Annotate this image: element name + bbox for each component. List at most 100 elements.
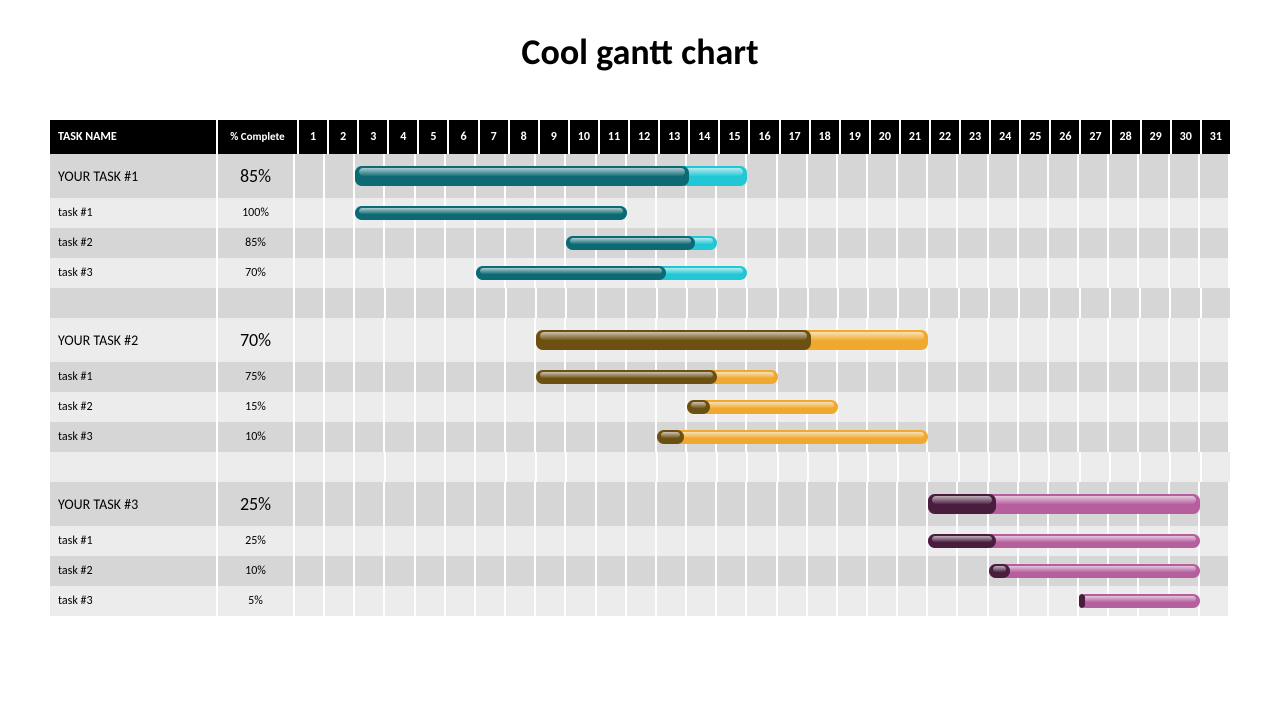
- gantt-child-row: task #35%: [50, 586, 1230, 616]
- task-name-cell: YOUR TASK #1: [50, 154, 218, 198]
- gantt-bar: [687, 400, 838, 414]
- col-day-31: 31: [1202, 120, 1230, 154]
- gantt-bar: [536, 370, 777, 384]
- task-pct-cell: 15%: [218, 392, 295, 422]
- task-timeline: [295, 288, 1230, 318]
- col-day-22: 22: [931, 120, 961, 154]
- col-day-14: 14: [690, 120, 720, 154]
- task-pct-cell: [218, 288, 295, 318]
- gantt-bar-progress: [536, 330, 810, 350]
- gantt-parent-row: YOUR TASK #270%: [50, 318, 1230, 362]
- task-timeline: [295, 392, 1230, 422]
- col-day-10: 10: [570, 120, 600, 154]
- task-pct-cell: 70%: [218, 258, 295, 288]
- task-timeline: [295, 556, 1230, 586]
- task-name-cell: YOUR TASK #2: [50, 318, 218, 362]
- gantt-child-row: task #210%: [50, 556, 1230, 586]
- col-day-26: 26: [1051, 120, 1081, 154]
- col-day-24: 24: [991, 120, 1021, 154]
- task-name-cell: task #1: [50, 362, 218, 392]
- gantt-child-row: task #125%: [50, 526, 1230, 556]
- task-pct-cell: [218, 452, 295, 482]
- gantt-bar: [355, 206, 626, 220]
- task-timeline: [295, 452, 1230, 482]
- col-day-28: 28: [1112, 120, 1142, 154]
- gantt-parent-row: YOUR TASK #185%: [50, 154, 1230, 198]
- col-day-27: 27: [1081, 120, 1111, 154]
- task-name-cell: task #3: [50, 586, 218, 616]
- gantt-bar-progress: [566, 236, 694, 250]
- col-task-name: TASK NAME: [50, 120, 218, 154]
- page-title: Cool gantt chart: [0, 0, 1280, 74]
- gantt-child-row: task #175%: [50, 362, 1230, 392]
- col-day-30: 30: [1172, 120, 1202, 154]
- gantt-bar-progress: [989, 564, 1010, 578]
- task-name-cell: [50, 288, 218, 318]
- gantt-gap-row: [50, 288, 1230, 318]
- task-pct-cell: 25%: [218, 526, 295, 556]
- task-pct-cell: 25%: [218, 482, 295, 526]
- col-day-17: 17: [781, 120, 811, 154]
- task-pct-cell: 85%: [218, 154, 295, 198]
- task-timeline: [295, 258, 1230, 288]
- col-day-21: 21: [901, 120, 931, 154]
- gantt-child-row: task #310%: [50, 422, 1230, 452]
- gantt-bar-progress: [657, 430, 684, 444]
- col-day-9: 9: [540, 120, 570, 154]
- gantt-gap-row: [50, 452, 1230, 482]
- col-day-2: 2: [329, 120, 359, 154]
- gantt-parent-row: YOUR TASK #325%: [50, 482, 1230, 526]
- col-day-23: 23: [961, 120, 991, 154]
- col-day-8: 8: [510, 120, 540, 154]
- task-pct-cell: 85%: [218, 228, 295, 258]
- task-name-cell: YOUR TASK #3: [50, 482, 218, 526]
- gantt-bar-progress: [355, 206, 626, 220]
- col-day-25: 25: [1021, 120, 1051, 154]
- gantt-bar-progress: [928, 494, 996, 514]
- col-day-29: 29: [1142, 120, 1172, 154]
- task-timeline: [295, 228, 1230, 258]
- col-day-12: 12: [630, 120, 660, 154]
- task-pct-cell: 5%: [218, 586, 295, 616]
- col-day-13: 13: [660, 120, 690, 154]
- task-name-cell: task #2: [50, 228, 218, 258]
- gantt-bar: [928, 494, 1199, 514]
- col-day-11: 11: [600, 120, 630, 154]
- task-timeline: [295, 482, 1230, 526]
- gantt-bar: [355, 166, 747, 186]
- col-day-7: 7: [480, 120, 510, 154]
- gantt-bar-track: [687, 400, 838, 414]
- gantt-bar: [657, 430, 928, 444]
- gantt-chart: TASK NAME % Complete 1234567891011121314…: [50, 120, 1230, 616]
- col-day-18: 18: [811, 120, 841, 154]
- col-day-1: 1: [299, 120, 329, 154]
- gantt-bar: [476, 266, 747, 280]
- gantt-bar-progress: [536, 370, 717, 384]
- task-pct-cell: 75%: [218, 362, 295, 392]
- task-name-cell: [50, 452, 218, 482]
- col-day-5: 5: [419, 120, 449, 154]
- gantt-bar-track: [989, 564, 1200, 578]
- gantt-bar: [536, 330, 928, 350]
- gantt-bar-track: [1079, 594, 1200, 608]
- gantt-bar-progress: [355, 166, 688, 186]
- col-day-6: 6: [449, 120, 479, 154]
- task-timeline: [295, 198, 1230, 228]
- task-name-cell: task #1: [50, 198, 218, 228]
- col-day-19: 19: [841, 120, 871, 154]
- task-pct-cell: 10%: [218, 556, 295, 586]
- gantt-bar-track: [657, 430, 928, 444]
- task-pct-cell: 100%: [218, 198, 295, 228]
- task-name-cell: task #3: [50, 422, 218, 452]
- gantt-child-row: task #370%: [50, 258, 1230, 288]
- col-day-16: 16: [750, 120, 780, 154]
- col-day-20: 20: [871, 120, 901, 154]
- task-pct-cell: 70%: [218, 318, 295, 362]
- task-name-cell: task #2: [50, 556, 218, 586]
- task-timeline: [295, 318, 1230, 362]
- task-timeline: [295, 154, 1230, 198]
- gantt-bar: [566, 236, 717, 250]
- task-name-cell: task #1: [50, 526, 218, 556]
- task-pct-cell: 10%: [218, 422, 295, 452]
- task-timeline: [295, 362, 1230, 392]
